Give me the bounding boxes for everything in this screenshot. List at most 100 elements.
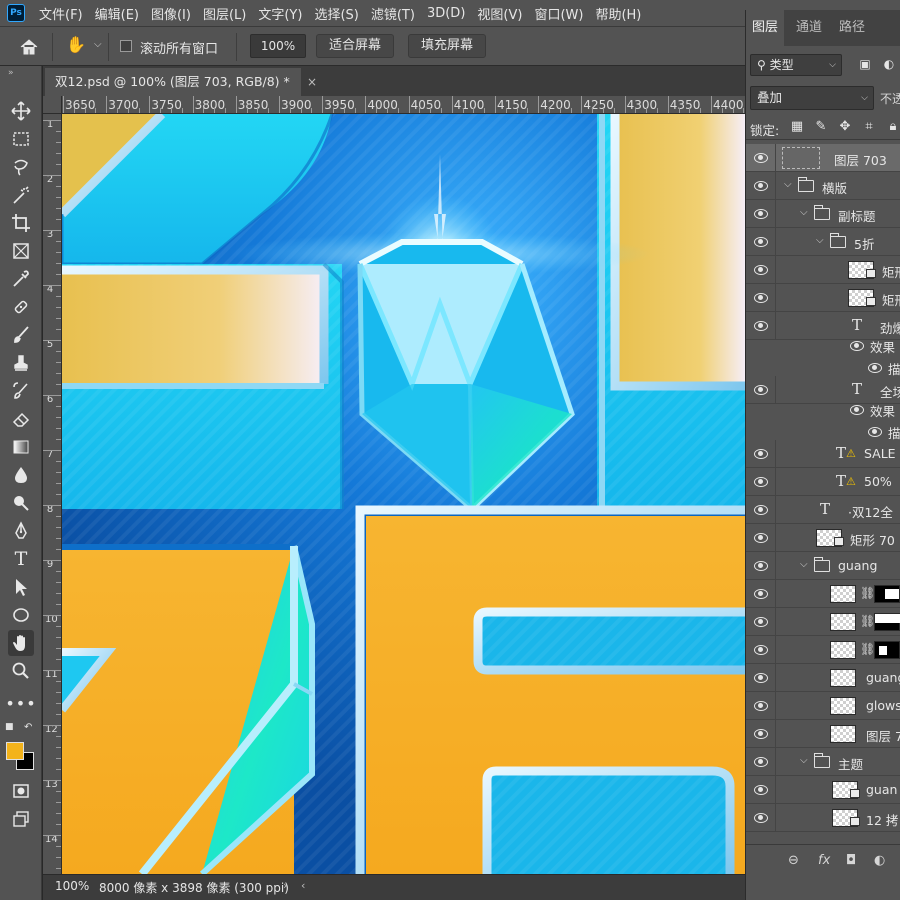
eye-icon[interactable] <box>754 236 768 247</box>
layer-name[interactable]: 副标题 <box>838 206 876 225</box>
add-mask-icon[interactable]: ◘ <box>846 853 856 868</box>
layer-row[interactable]: 图层 70 <box>746 720 900 748</box>
layer-row[interactable]: T ·双12全 <box>746 496 900 524</box>
effect-item-row[interactable]: 描 <box>776 420 900 442</box>
eyedropper-tool-icon[interactable] <box>8 266 34 292</box>
effect-item-row[interactable]: 描 <box>776 356 900 378</box>
chevron-down-icon[interactable]: ⌵ <box>800 207 808 218</box>
status-zoom[interactable]: 100% <box>55 879 89 893</box>
layer-row[interactable]: ⌵ 主题 <box>746 748 900 776</box>
eye-icon[interactable] <box>754 208 768 219</box>
marquee-tool-icon[interactable] <box>8 126 34 152</box>
layer-mask-thumbnail[interactable] <box>874 585 900 603</box>
layer-name[interactable]: ·双12全 <box>848 502 893 521</box>
eye-icon[interactable] <box>868 426 882 437</box>
chain-link-icon[interactable]: ⛓ <box>860 614 875 628</box>
close-icon[interactable]: × <box>307 68 317 96</box>
quick-mask-icon[interactable] <box>8 778 34 804</box>
frame-tool-icon[interactable] <box>8 238 34 264</box>
menu-type[interactable]: 文字(Y) <box>252 4 308 23</box>
eye-icon[interactable] <box>754 476 768 487</box>
path-selection-tool-icon[interactable] <box>8 574 34 600</box>
layer-name[interactable]: guang <box>866 670 900 685</box>
eye-icon[interactable] <box>754 700 768 711</box>
menu-image[interactable]: 图像(I) <box>145 4 197 23</box>
layer-name[interactable]: glows <box>866 698 900 713</box>
vertical-ruler[interactable]: 1 2 3 4 5 6 7 8 9 10 11 12 13 14 <box>43 114 62 874</box>
effects-row[interactable]: 效果 <box>776 334 900 356</box>
blur-tool-icon[interactable] <box>8 462 34 488</box>
type-tool-icon[interactable]: T <box>8 546 34 572</box>
chevron-down-icon[interactable]: ⌵ <box>800 559 808 570</box>
screen-mode-icon[interactable] <box>8 806 34 832</box>
tab-paths[interactable]: 路径 <box>839 10 865 46</box>
layer-row[interactable]: T ⚠ 50% <box>746 468 900 496</box>
layer-name[interactable]: 横版 <box>822 178 847 197</box>
layer-name[interactable]: 主题 <box>838 754 863 773</box>
ellipse-tool-icon[interactable] <box>8 602 34 628</box>
panel-collapse-icon[interactable]: » <box>8 68 14 78</box>
pen-tool-icon[interactable] <box>8 518 34 544</box>
tab-layers[interactable]: 图层 <box>746 10 785 46</box>
chevron-down-icon[interactable]: ⌵ <box>816 235 824 246</box>
lock-artboard-icon[interactable]: ⌗ <box>862 120 876 134</box>
layer-name[interactable]: 图层 703 <box>834 150 887 169</box>
eye-icon[interactable] <box>754 728 768 739</box>
layer-row[interactable]: 矩形 70 <box>746 524 900 552</box>
eye-icon[interactable] <box>754 448 768 459</box>
healing-brush-tool-icon[interactable] <box>8 294 34 320</box>
eye-icon[interactable] <box>754 152 768 163</box>
fit-screen-button[interactable]: 适合屏幕 <box>316 34 394 58</box>
more-tools-icon[interactable]: ••• <box>5 690 35 716</box>
menu-3d[interactable]: 3D(D) <box>421 6 471 21</box>
zoom-field[interactable]: 100% <box>250 34 306 58</box>
layer-mask-thumbnail[interactable] <box>874 613 900 631</box>
chevron-down-icon[interactable]: ⌵ <box>784 179 792 190</box>
layer-row[interactable]: 图层 703 <box>746 144 900 172</box>
chain-link-icon[interactable]: ⛓ <box>860 642 875 656</box>
lock-all-icon[interactable]: 🔒︎ <box>886 120 900 134</box>
adjustment-layer-icon[interactable]: ◐ <box>874 853 885 868</box>
hand-tool-preset-icon[interactable]: ✋ <box>66 35 86 54</box>
eye-icon[interactable] <box>754 560 768 571</box>
layer-row[interactable]: T ⚠ SALE <box>746 440 900 468</box>
layer-name[interactable]: 矩形 <box>882 290 900 309</box>
crop-tool-icon[interactable] <box>8 210 34 236</box>
chevron-down-icon[interactable]: ⌵ <box>94 39 102 50</box>
fill-screen-button[interactable]: 填充屏幕 <box>408 34 486 58</box>
scroll-all-windows-checkbox[interactable] <box>120 40 132 52</box>
lock-transparency-icon[interactable]: ▦ <box>790 120 804 134</box>
menu-select[interactable]: 选择(S) <box>308 4 364 23</box>
menu-view[interactable]: 视图(V) <box>471 4 528 23</box>
move-tool-icon[interactable] <box>8 98 34 124</box>
image-filter-icon[interactable]: ▣ <box>856 57 874 73</box>
layer-row[interactable]: ⛓ <box>746 636 900 664</box>
layer-filter-select[interactable]: ⚲ 类型 ⌵ <box>750 54 842 76</box>
ruler-origin[interactable] <box>43 96 62 114</box>
layer-name[interactable]: guang <box>838 558 877 573</box>
chevron-down-icon[interactable]: ⌵ <box>800 755 808 766</box>
layer-row[interactable]: 12 拷 <box>746 804 900 832</box>
layer-name[interactable]: 矩形 <box>882 262 900 281</box>
eye-icon[interactable] <box>754 672 768 683</box>
chain-link-icon[interactable]: ⛓ <box>860 586 875 600</box>
layer-name[interactable]: 矩形 70 <box>850 530 895 549</box>
menu-layer[interactable]: 图层(L) <box>197 4 252 23</box>
layer-name[interactable]: SALE <box>864 446 896 461</box>
menu-edit[interactable]: 编辑(E) <box>89 4 145 23</box>
eye-icon[interactable] <box>754 756 768 767</box>
eye-icon[interactable] <box>754 588 768 599</box>
layer-name[interactable]: 图层 70 <box>866 726 900 745</box>
horizontal-ruler[interactable]: 3650 3700 3750 3800 3850 3900 3950 4000 4050 4100… <box>43 96 745 114</box>
foreground-color-swatch[interactable] <box>6 742 24 760</box>
clone-stamp-tool-icon[interactable] <box>8 350 34 376</box>
eye-icon[interactable] <box>754 616 768 627</box>
layer-row[interactable]: ⌵ 横版 <box>746 172 900 200</box>
status-prev-icon[interactable]: ‹ <box>301 879 305 892</box>
eye-icon[interactable] <box>754 292 768 303</box>
brush-tool-icon[interactable] <box>8 322 34 348</box>
layer-row[interactable]: guan <box>746 776 900 804</box>
eye-icon[interactable] <box>850 340 864 351</box>
layer-row[interactable]: ⛓ <box>746 608 900 636</box>
status-next-icon[interactable]: › <box>283 879 287 892</box>
